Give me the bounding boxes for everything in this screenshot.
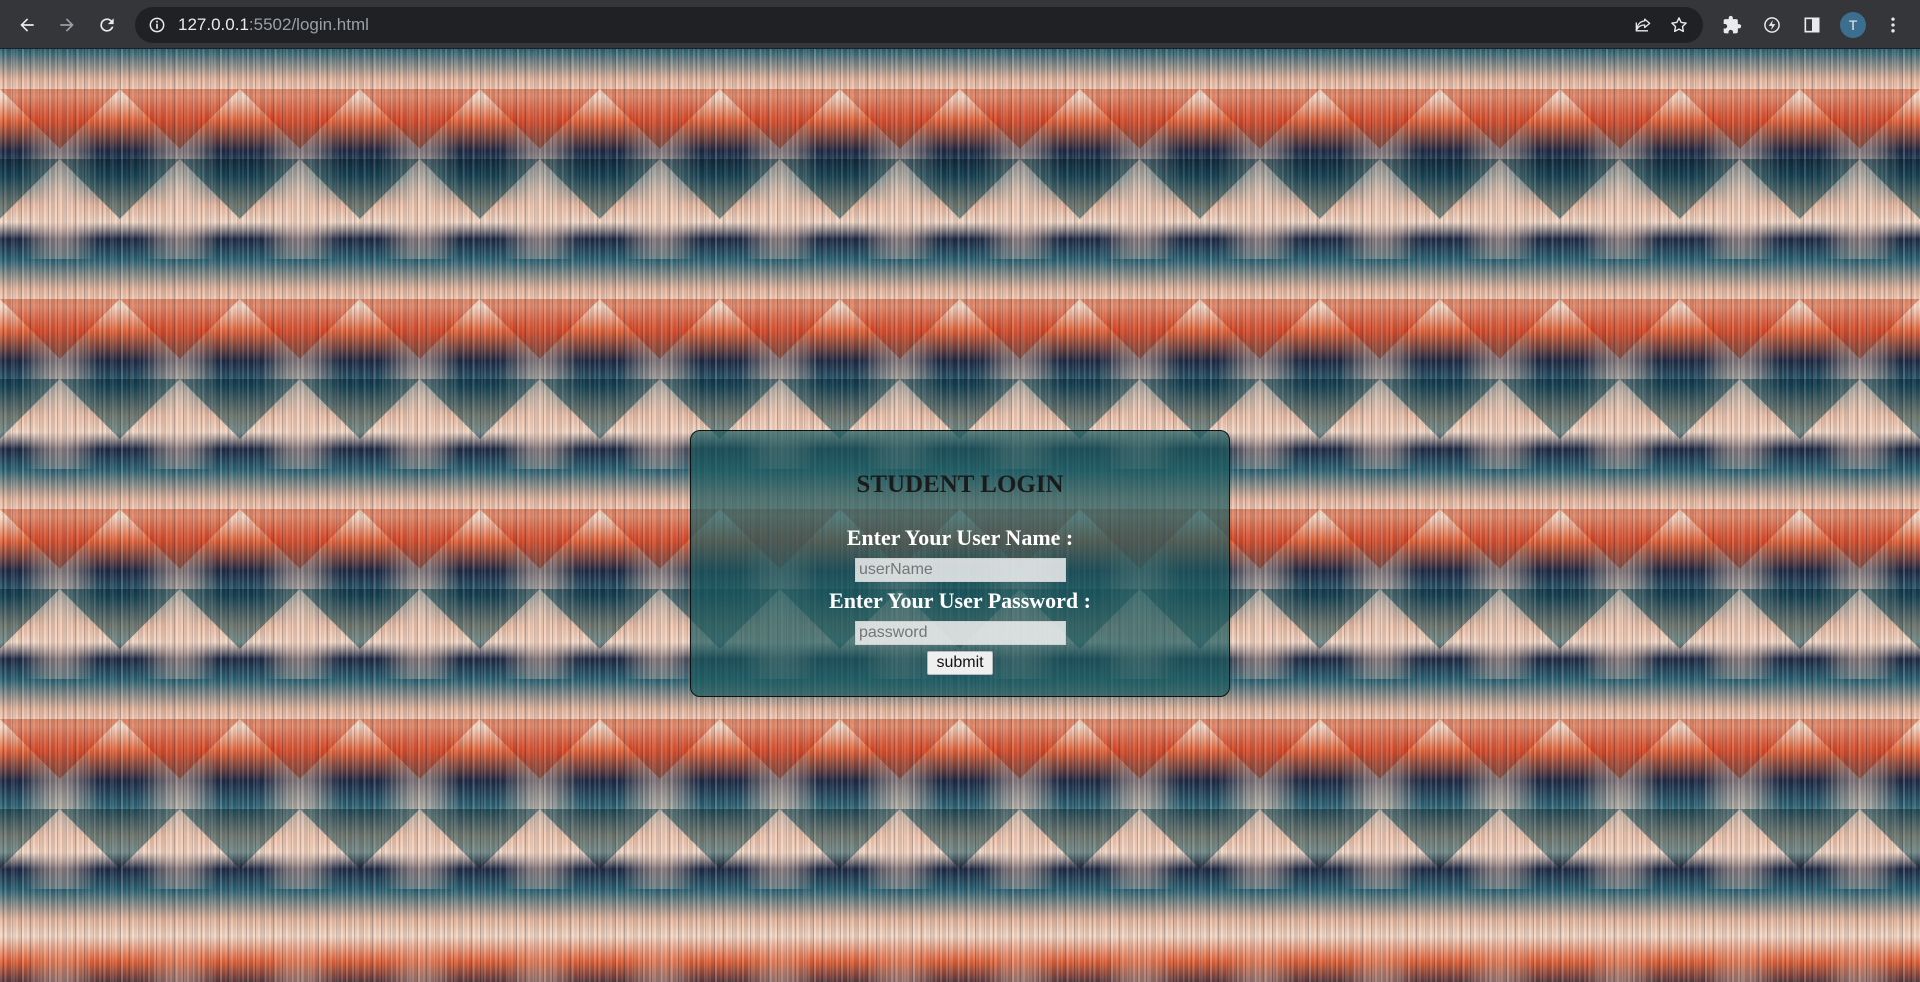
extensions-button[interactable] [1715,8,1749,42]
url-host: 127.0.0.1 [178,15,249,34]
browser-menu-button[interactable] [1876,8,1910,42]
url-path: :5502/login.html [248,15,369,34]
lightning-icon [1764,17,1780,33]
submit-button[interactable]: submit [927,651,993,675]
url-text[interactable]: 127.0.0.1:5502/login.html [178,15,369,35]
address-bar[interactable]: 127.0.0.1:5502/login.html [135,7,1703,43]
puzzle-icon [1723,15,1742,34]
back-button[interactable] [10,8,44,42]
username-input[interactable] [855,558,1066,582]
forward-arrow-icon [60,18,74,32]
page-background: STUDENT LOGIN Enter Your User Name : Ent… [0,49,1920,982]
side-panel-icon [1804,17,1820,33]
kebab-menu-icon [1891,17,1895,33]
forward-button[interactable] [50,8,84,42]
reload-icon [100,18,114,32]
reload-button[interactable] [90,8,124,42]
profile-avatar[interactable]: T [1840,12,1866,38]
performance-button[interactable] [1755,8,1789,42]
share-icon [1635,18,1651,32]
password-input[interactable] [855,621,1066,645]
login-title: STUDENT LOGIN [856,471,1064,498]
star-icon [1671,17,1687,33]
info-icon[interactable] [147,15,167,35]
bookmark-button[interactable] [1667,13,1691,37]
browser-toolbar: 127.0.0.1:5502/login.html T [0,0,1920,49]
share-button[interactable] [1631,13,1655,37]
password-label: Enter Your User Password : [829,588,1091,613]
back-arrow-icon [20,18,34,32]
side-panel-button[interactable] [1795,8,1829,42]
username-label: Enter Your User Name : [846,525,1074,550]
login-card: STUDENT LOGIN Enter Your User Name : Ent… [690,430,1230,697]
